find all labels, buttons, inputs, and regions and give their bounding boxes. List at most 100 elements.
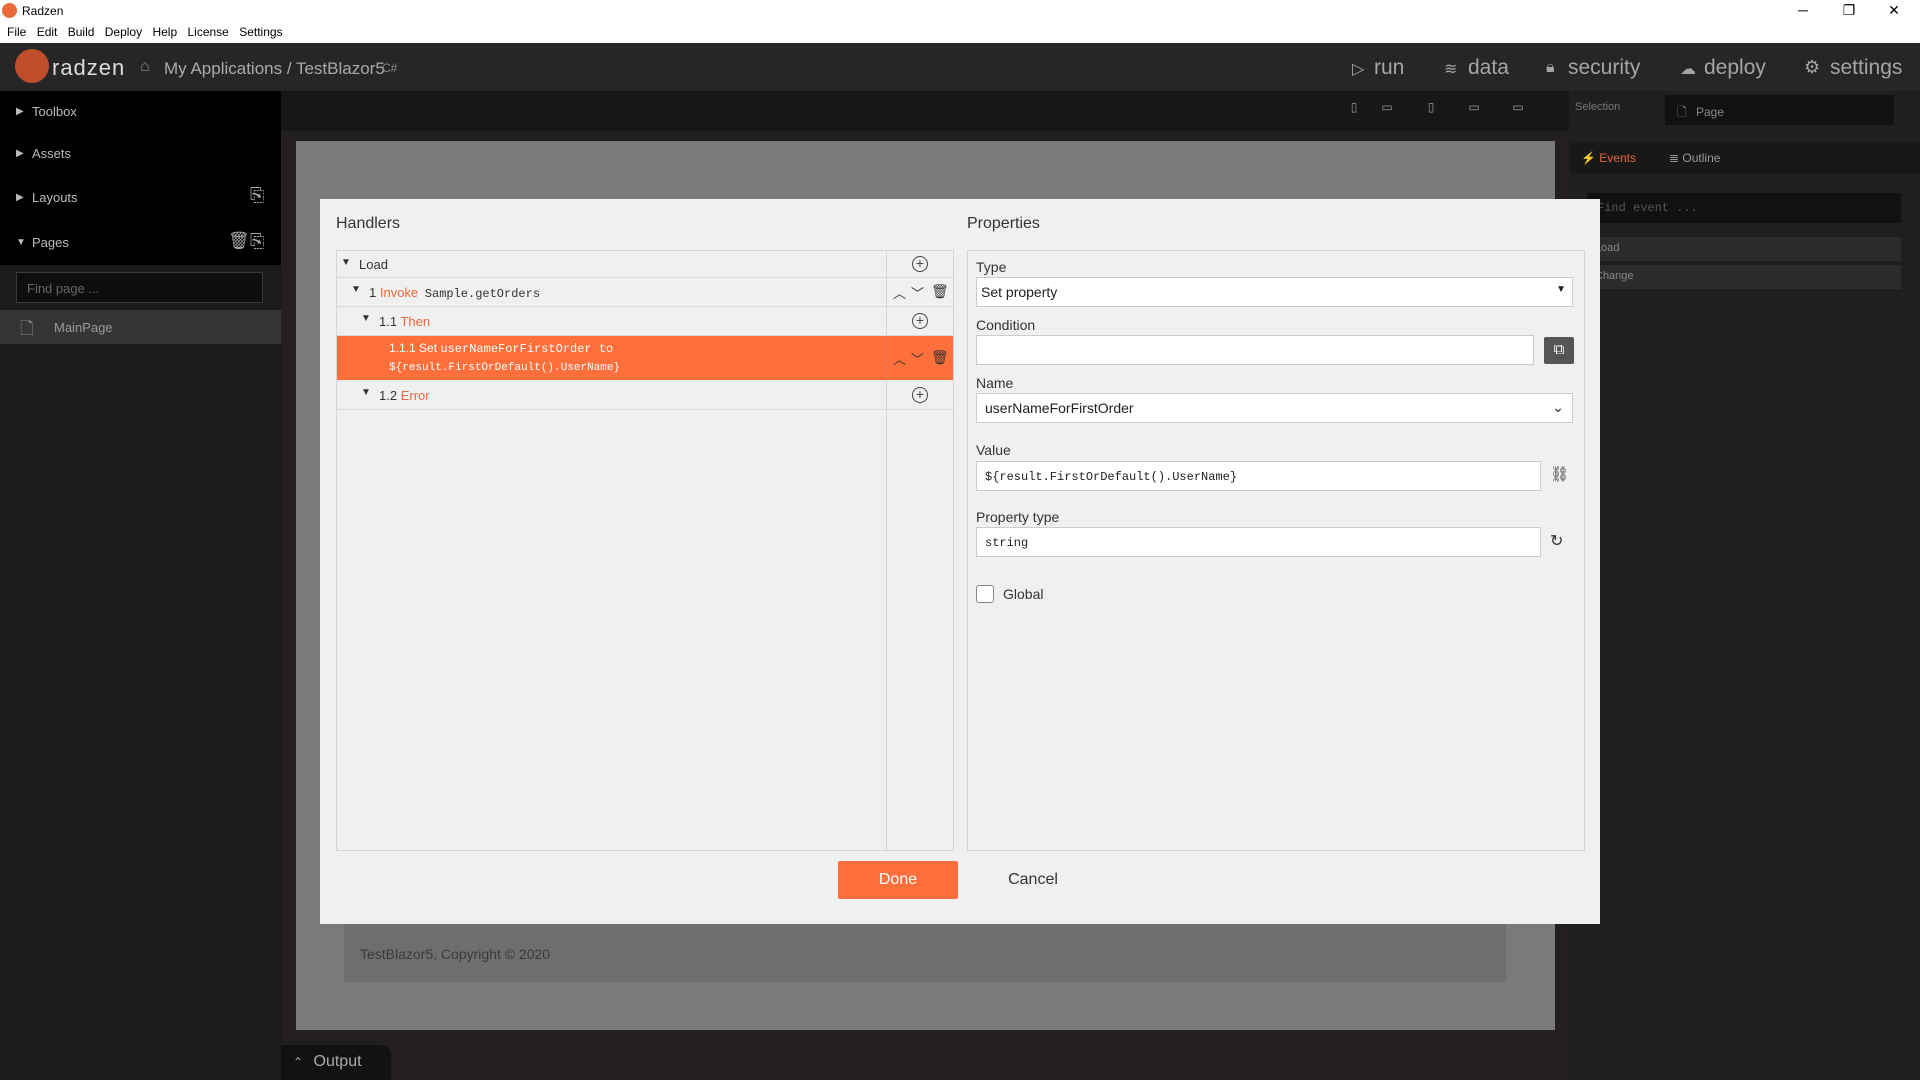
lock-icon: 🔒︎: [1546, 59, 1555, 76]
chevron-up-icon: ⌃: [293, 1055, 304, 1069]
data-icon: ≋: [1444, 61, 1458, 78]
property-type-label: Property type: [976, 509, 1060, 525]
delete-icon[interactable]: 🗑︎: [931, 349, 949, 366]
add-action-icon[interactable]: +: [912, 313, 928, 329]
tree-node-load[interactable]: ▼ Load +: [337, 251, 953, 278]
menu-help[interactable]: Help: [152, 25, 177, 39]
menu-license[interactable]: License: [187, 25, 228, 39]
name-label: Name: [976, 375, 1014, 391]
output-toggle[interactable]: ⌃ Output: [281, 1045, 391, 1080]
event-item-load[interactable]: Load: [1587, 237, 1901, 261]
menu-deploy[interactable]: Deploy: [105, 25, 142, 39]
pages-label: Pages: [32, 235, 69, 250]
condition-input[interactable]: [976, 335, 1534, 365]
tablet-landscape-icon[interactable]: ▭: [1461, 100, 1487, 122]
nav-security[interactable]: security: [1568, 56, 1640, 80]
add-action-icon[interactable]: +: [912, 387, 928, 403]
move-down-icon[interactable]: ﹀: [911, 283, 924, 302]
panel-tabs: ⚡ Events ≣ Outline: [1569, 143, 1920, 173]
name-select[interactable]: userNameForFirstOrder ⌄: [976, 393, 1573, 423]
nav-data[interactable]: data: [1468, 56, 1509, 80]
cancel-button[interactable]: Cancel: [978, 861, 1088, 899]
dropdown-arrow-icon: ▼: [1556, 284, 1566, 295]
add-layout-icon[interactable]: ⎘: [250, 185, 264, 206]
caret-right-icon: ▶: [16, 192, 24, 203]
toolbox-section[interactable]: ▶ Toolbox: [0, 91, 281, 133]
link-icon[interactable]: ⛓: [1550, 465, 1569, 483]
phone-landscape-icon[interactable]: ▭: [1374, 100, 1400, 122]
selection-label: Selection: [1575, 101, 1621, 113]
desktop-icon[interactable]: ▭: [1505, 100, 1531, 122]
caret-right-icon: ▶: [16, 148, 24, 159]
menu-file[interactable]: File: [7, 25, 26, 39]
set-keyword: Set: [419, 341, 438, 355]
error-keyword: Error: [400, 388, 430, 403]
pages-section[interactable]: ▼ Pages 🗑︎ ⎘: [0, 219, 281, 265]
open-editor-icon[interactable]: ⧉: [1544, 337, 1574, 364]
window-title: Radzen: [22, 4, 64, 18]
delete-icon[interactable]: 🗑︎: [931, 283, 949, 300]
caret-down-icon: ▼: [361, 387, 371, 398]
tree-column-divider: [886, 410, 887, 850]
menu-edit[interactable]: Edit: [37, 25, 58, 39]
delete-page-icon[interactable]: 🗑︎: [228, 231, 250, 251]
layouts-label: Layouts: [32, 190, 78, 205]
window-titlebar: Radzen ─ ❐ ✕: [0, 0, 1920, 22]
tree-node-invoke[interactable]: ▼ 1 Invoke Sample.getOrders ︿ ﹀ 🗑︎: [337, 278, 953, 307]
global-label: Global: [1003, 586, 1044, 602]
global-checkbox[interactable]: [976, 585, 994, 603]
add-action-icon[interactable]: +: [912, 256, 928, 272]
tab-outline[interactable]: ≣ Outline: [1669, 151, 1720, 165]
properties-panel: Type Set property ▼ Condition ⧉ Name use…: [967, 250, 1585, 851]
layouts-section[interactable]: ▶ Layouts ⎘: [0, 175, 281, 219]
page-list-item[interactable]: 🗋 MainPage: [0, 310, 281, 344]
caret-right-icon: ▶: [16, 106, 24, 117]
nav-deploy[interactable]: deploy: [1704, 56, 1766, 80]
tree-node-then[interactable]: ▼ 1.1 Then +: [337, 307, 953, 336]
radzen-brand-icon: [15, 49, 49, 83]
menu-build[interactable]: Build: [68, 25, 95, 39]
menu-bar: File Edit Build Deploy Help License Sett…: [0, 22, 1920, 43]
cloud-icon: ☁: [1680, 61, 1696, 78]
then-keyword: Then: [400, 314, 431, 329]
load-label: Load: [359, 257, 388, 272]
event-handler-dialog: Handlers Properties ▼ Load + ▼ 1 Invoke …: [320, 199, 1600, 924]
set-target: userNameForFirstOrder to: [440, 342, 614, 356]
selection-value: Page: [1696, 105, 1725, 119]
move-up-icon[interactable]: ︿: [893, 283, 906, 302]
property-type-input[interactable]: string: [976, 527, 1541, 557]
done-button[interactable]: Done: [838, 861, 958, 899]
properties-title: Properties: [967, 215, 1040, 232]
assets-section[interactable]: ▶ Assets: [0, 133, 281, 175]
invoke-keyword: Invoke: [379, 285, 419, 300]
close-window-button[interactable]: ✕: [1879, 2, 1909, 19]
maximize-button[interactable]: ❐: [1834, 2, 1864, 19]
toolbox-label: Toolbox: [32, 104, 77, 119]
minimize-button[interactable]: ─: [1788, 2, 1818, 18]
nav-run[interactable]: run: [1374, 56, 1404, 80]
move-down-icon[interactable]: ﹀: [911, 349, 924, 368]
page-icon: 🗋: [20, 319, 34, 338]
breadcrumb[interactable]: My Applications / TestBlazor5: [164, 59, 385, 79]
find-page-input[interactable]: Find page ...: [16, 272, 263, 303]
name-value: userNameForFirstOrder: [985, 400, 1134, 416]
run-icon: ▷: [1352, 61, 1365, 78]
page-icon: 🗋: [1677, 105, 1687, 119]
nav-settings[interactable]: settings: [1830, 56, 1902, 80]
right-panel: Selection 🗋 Page ⚡ Events ≣ Outline Find…: [1569, 91, 1920, 1080]
move-up-icon[interactable]: ︿: [893, 349, 906, 368]
tree-node-set-property[interactable]: 1.1.1 Set userNameForFirstOrder to ${res…: [337, 336, 953, 381]
refresh-icon[interactable]: ↻: [1550, 531, 1563, 551]
condition-label: Condition: [976, 317, 1036, 333]
event-item-change[interactable]: Change: [1587, 265, 1901, 289]
tree-node-error[interactable]: ▼ 1.2 Error +: [337, 381, 953, 410]
selection-dropdown[interactable]: 🗋 Page: [1665, 95, 1894, 125]
tab-events[interactable]: ⚡ Events: [1581, 151, 1636, 165]
add-page-icon[interactable]: ⎘: [250, 231, 264, 252]
find-event-input[interactable]: Find event ...: [1587, 193, 1901, 223]
value-input[interactable]: ${result.FirstOrDefault().UserName}: [976, 461, 1541, 491]
type-select[interactable]: Set property ▼: [976, 277, 1573, 307]
phone-portrait-icon[interactable]: ▯: [1341, 100, 1367, 122]
tablet-portrait-icon[interactable]: ▯: [1418, 100, 1444, 122]
menu-settings[interactable]: Settings: [239, 25, 282, 39]
